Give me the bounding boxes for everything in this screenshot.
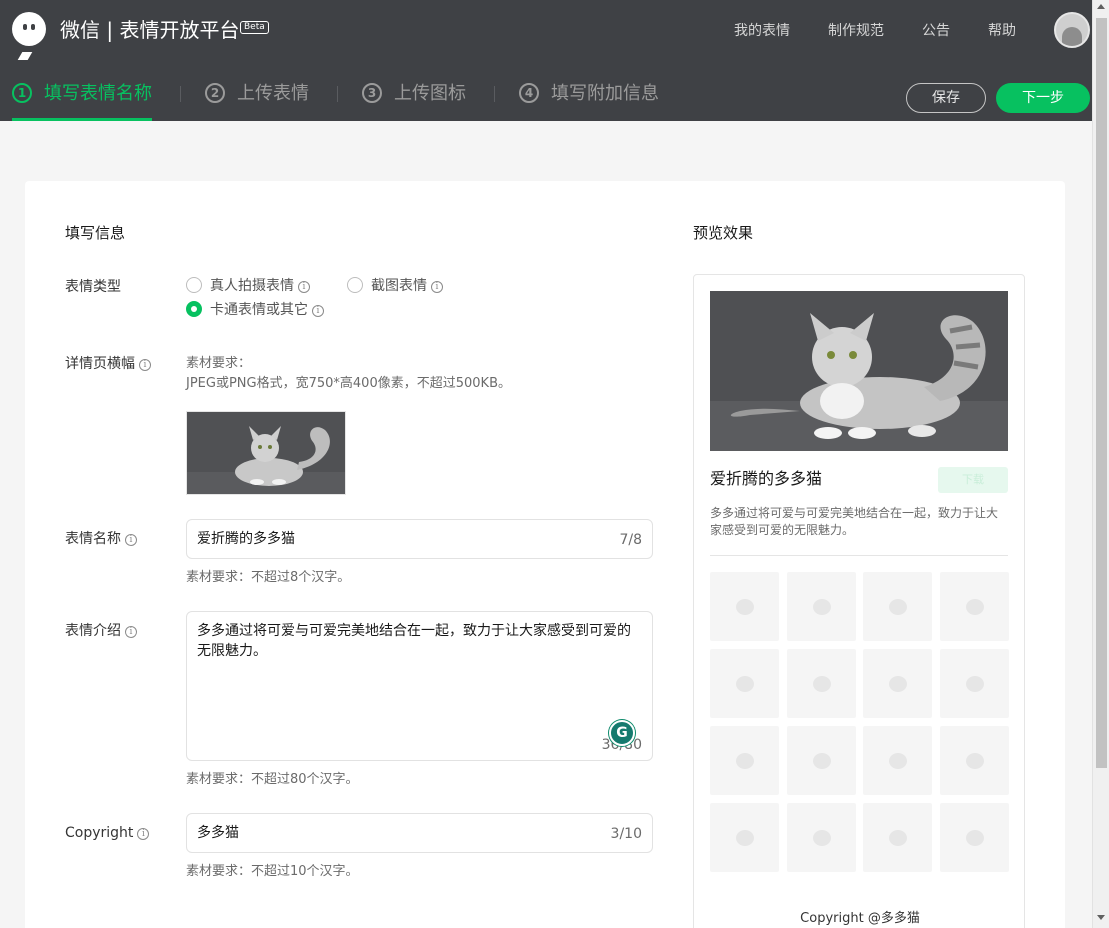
preview-title: 爱折腾的多多猫 bbox=[710, 469, 823, 488]
info-icon[interactable]: i bbox=[298, 281, 310, 293]
radio-real-photo[interactable]: 真人拍摄表情 i bbox=[186, 276, 310, 296]
sticker-placeholder bbox=[710, 803, 779, 872]
scroll-down-arrow-icon[interactable] bbox=[1097, 915, 1105, 920]
banner-label: 详情页横幅 i bbox=[65, 354, 151, 374]
name-hint: 素材要求：不超过8个汉字。 bbox=[186, 570, 351, 585]
cat-image bbox=[710, 291, 1008, 451]
preview-panel: 爱折腾的多多猫 下载 多多通过将可爱与可爱完美地结合在一起，致力于让大家感受到可… bbox=[693, 274, 1025, 928]
copyright-label: Copyright i bbox=[65, 823, 150, 843]
banner-thumbnail[interactable] bbox=[186, 411, 346, 495]
info-icon[interactable]: i bbox=[312, 305, 324, 317]
scroll-up-arrow-icon[interactable] bbox=[1097, 4, 1105, 9]
banner-hint: JPEG或PNG格式，宽750*高400像素，不超过500KB。 bbox=[186, 376, 511, 391]
sticker-name-label: 表情名称 i bbox=[65, 529, 137, 549]
save-button[interactable]: 保存 bbox=[906, 83, 986, 113]
info-icon[interactable]: i bbox=[125, 626, 137, 638]
sticker-placeholder bbox=[786, 803, 856, 872]
preview-banner bbox=[710, 291, 1008, 451]
copyright-input[interactable]: 多多猫 3/10 bbox=[186, 813, 653, 853]
copyright-char-count: 3/10 bbox=[610, 826, 642, 842]
sticker-placeholder bbox=[939, 572, 1009, 641]
sticker-type-label: 表情类型 bbox=[65, 279, 121, 295]
next-step-button[interactable]: 下一步 bbox=[996, 83, 1090, 113]
sticker-placeholder bbox=[863, 726, 932, 795]
preview-divider bbox=[710, 555, 1008, 556]
top-header: 微信 | 表情开放平台 Beta 我的表情 制作规范 公告 帮助 1 填写表情名称… bbox=[0, 0, 1092, 121]
nav-announcements[interactable]: 公告 bbox=[922, 22, 950, 40]
info-icon[interactable]: i bbox=[139, 359, 151, 371]
sticker-placeholder bbox=[786, 572, 856, 641]
info-icon[interactable]: i bbox=[125, 534, 137, 546]
info-icon[interactable]: i bbox=[137, 828, 150, 840]
sticker-placeholder bbox=[863, 803, 932, 872]
sticker-placeholder bbox=[710, 572, 779, 641]
preview-description: 多多通过将可爱与可爱完美地结合在一起，致力于让大家感受到可爱的无限魅力。 bbox=[710, 506, 999, 537]
step-divider bbox=[180, 86, 181, 102]
sticker-intro-label: 表情介绍 i bbox=[65, 621, 137, 641]
name-char-count: 7/8 bbox=[619, 532, 642, 548]
sticker-placeholder bbox=[939, 649, 1009, 718]
sticker-placeholder bbox=[710, 649, 779, 718]
sticker-name-input[interactable]: 爱折腾的多多猫 7/8 bbox=[186, 519, 653, 559]
form-card: 填写信息 表情类型 真人拍摄表情 i 截图表情 i 卡通表情或其它 i 详情页横幅 i … bbox=[25, 181, 1065, 928]
nav-help[interactable]: 帮助 bbox=[988, 22, 1016, 40]
info-icon[interactable]: i bbox=[431, 281, 443, 293]
sticker-intro-textarea[interactable]: 多多通过将可爱与可爱完美地结合在一起，致力于让大家感受到可爱的无限魅力。 36/… bbox=[186, 611, 653, 761]
preview-download-button: 下载 bbox=[938, 467, 1008, 493]
platform-title: 微信 | 表情开放平台 bbox=[60, 18, 240, 42]
copyright-hint: 素材要求：不超过10个汉字。 bbox=[186, 864, 359, 879]
sticker-placeholder bbox=[939, 726, 1009, 795]
banner-hint-title: 素材要求： bbox=[186, 356, 252, 371]
radio-cartoon[interactable]: 卡通表情或其它 i bbox=[186, 300, 324, 320]
sticker-placeholder bbox=[786, 649, 856, 718]
sticker-placeholder bbox=[710, 726, 779, 795]
radio-screenshot[interactable]: 截图表情 i bbox=[347, 276, 443, 296]
nav-guidelines[interactable]: 制作规范 bbox=[828, 22, 884, 40]
form-section-title: 填写信息 bbox=[65, 224, 126, 242]
step-divider bbox=[337, 86, 338, 102]
cat-image bbox=[187, 412, 345, 494]
sticker-placeholder bbox=[939, 803, 1009, 872]
step-divider bbox=[494, 86, 495, 102]
sticker-placeholder bbox=[786, 726, 856, 795]
wechat-logo-icon[interactable] bbox=[12, 12, 46, 60]
step-2[interactable]: 2 上传表情 bbox=[205, 80, 309, 121]
sticker-placeholder bbox=[863, 649, 932, 718]
step-1[interactable]: 1 填写表情名称 bbox=[12, 80, 152, 121]
preview-copyright: Copyright @多多猫 bbox=[800, 911, 920, 926]
sticker-placeholder bbox=[863, 572, 932, 641]
page-scrollbar[interactable] bbox=[1092, 0, 1109, 928]
step-3[interactable]: 3 上传图标 bbox=[362, 80, 466, 121]
beta-badge: Beta bbox=[240, 21, 269, 34]
nav-my-stickers[interactable]: 我的表情 bbox=[734, 22, 790, 40]
user-avatar[interactable] bbox=[1054, 12, 1090, 48]
intro-hint: 素材要求：不超过80个汉字。 bbox=[186, 772, 359, 787]
step-4[interactable]: 4 填写附加信息 bbox=[519, 80, 659, 121]
scrollbar-thumb[interactable] bbox=[1096, 18, 1107, 768]
grammarly-icon[interactable]: G bbox=[609, 720, 635, 746]
preview-section-title: 预览效果 bbox=[693, 224, 754, 242]
